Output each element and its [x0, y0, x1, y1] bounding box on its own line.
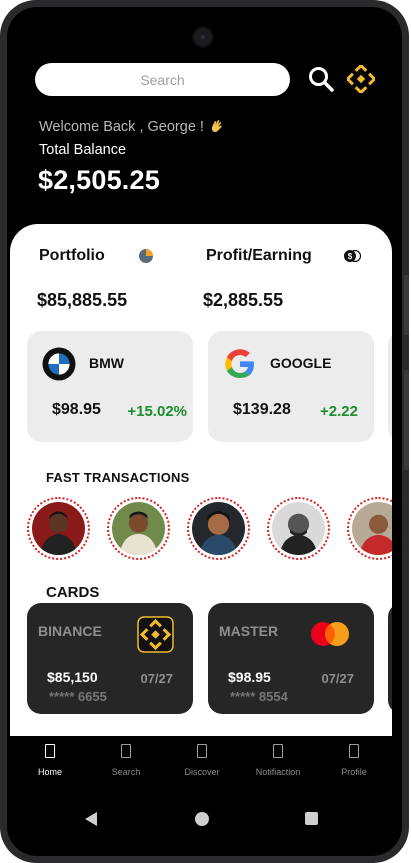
stock-card-bmw[interactable]: BMW $98.95 +15.02%	[27, 331, 193, 442]
pie-chart-icon[interactable]	[138, 248, 154, 264]
front-camera	[192, 26, 214, 48]
phone-frame: Search Welcome Back , George ! Total Bal…	[0, 0, 409, 863]
nav-discover[interactable]: Discover	[167, 744, 237, 777]
coins-icon[interactable]: $	[343, 248, 361, 264]
search-placeholder: Search	[140, 71, 185, 88]
profit-value: $2,885.55	[203, 290, 284, 310]
contact-avatar[interactable]	[27, 497, 90, 560]
contact-avatar-5	[352, 502, 392, 555]
card-expiry: 07/27	[140, 671, 173, 686]
card-balance: $98.95	[228, 669, 271, 685]
card-expiry: 07/27	[321, 671, 354, 686]
contact-avatar[interactable]	[107, 497, 170, 560]
home-circle-icon[interactable]	[195, 812, 209, 826]
nav-label: Home	[37, 767, 62, 777]
nav-search[interactable]: Search	[91, 744, 161, 777]
card-master[interactable]: MASTER $98.95 07/27 ***** 8554	[208, 603, 374, 714]
search-input[interactable]: Search	[35, 63, 290, 96]
notification-icon	[273, 744, 283, 758]
nav-label: Profile	[341, 767, 367, 777]
total-balance-label: Total Balance	[39, 142, 127, 158]
home-icon	[45, 744, 55, 758]
stock-name: BMW	[89, 355, 124, 371]
system-nav-bar	[7, 798, 402, 840]
profit-earning-label: Profit/Earning	[206, 247, 312, 264]
bottom-nav: Home Search Discover Notifiaction Profil…	[7, 736, 402, 788]
volume-button	[404, 275, 409, 335]
fast-transactions-title: FAST TRANSACTIONS	[46, 470, 190, 485]
recent-apps-icon[interactable]	[305, 812, 318, 825]
binance-logo-icon[interactable]	[347, 65, 375, 93]
contact-avatar-1	[32, 502, 85, 555]
card-number: ***** 8554	[230, 689, 288, 704]
binance-logo-icon	[137, 616, 174, 653]
discover-icon	[197, 744, 207, 758]
stock-card-partial[interactable]	[388, 331, 392, 442]
dashboard-panel: Portfolio Profit/Earning $ $85,885.55 $2…	[10, 224, 392, 736]
stock-change: +2.22	[320, 403, 358, 420]
card-name: BINANCE	[38, 623, 102, 639]
contact-avatar-3	[192, 502, 245, 555]
nav-label: Discover	[184, 767, 220, 777]
stock-price: $139.28	[233, 401, 291, 418]
profile-icon	[349, 744, 359, 758]
contact-avatar[interactable]	[347, 497, 392, 560]
search-nav-icon	[121, 744, 131, 758]
cards-title: CARDS	[46, 584, 100, 601]
bmw-logo-icon	[42, 347, 76, 381]
contact-avatar-4	[272, 502, 325, 555]
portfolio-value: $85,885.55	[37, 290, 128, 310]
portfolio-label: Portfolio	[39, 247, 105, 264]
nav-profile[interactable]: Profile	[319, 744, 389, 777]
contact-avatar-2	[112, 502, 165, 555]
nav-notification[interactable]: Notifiaction	[243, 744, 313, 777]
nav-label: Notifiaction	[255, 767, 301, 777]
contact-avatar[interactable]	[267, 497, 330, 560]
search-icon[interactable]	[307, 65, 335, 93]
stock-card-google[interactable]: GOOGLE $139.28 +2.22	[208, 331, 374, 442]
google-logo-icon	[225, 349, 254, 378]
back-icon[interactable]	[85, 812, 97, 826]
svg-text:$: $	[348, 252, 353, 261]
card-number: ***** 6655	[49, 689, 107, 704]
stock-name: GOOGLE	[270, 355, 332, 371]
card-name: MASTER	[219, 623, 279, 639]
card-partial[interactable]	[388, 603, 392, 714]
app-screen: Search Welcome Back , George ! Total Bal…	[7, 7, 402, 856]
power-button	[404, 370, 409, 470]
card-balance: $85,150	[47, 669, 98, 685]
total-balance-amount: $2,505.25	[38, 165, 160, 195]
welcome-label: Welcome Back , George !	[39, 119, 204, 135]
contact-avatar[interactable]	[187, 497, 250, 560]
waving-hand-icon	[211, 120, 222, 132]
nav-label: Search	[111, 767, 141, 777]
card-binance[interactable]: BINANCE $85,150 07/27 ***** 6655	[27, 603, 193, 714]
welcome-text: Welcome Back , George !	[39, 118, 224, 135]
mastercard-logo-icon	[311, 622, 349, 646]
nav-home[interactable]: Home	[15, 744, 85, 777]
stock-change: +15.02%	[127, 403, 187, 420]
stock-price: $98.95	[52, 401, 101, 418]
